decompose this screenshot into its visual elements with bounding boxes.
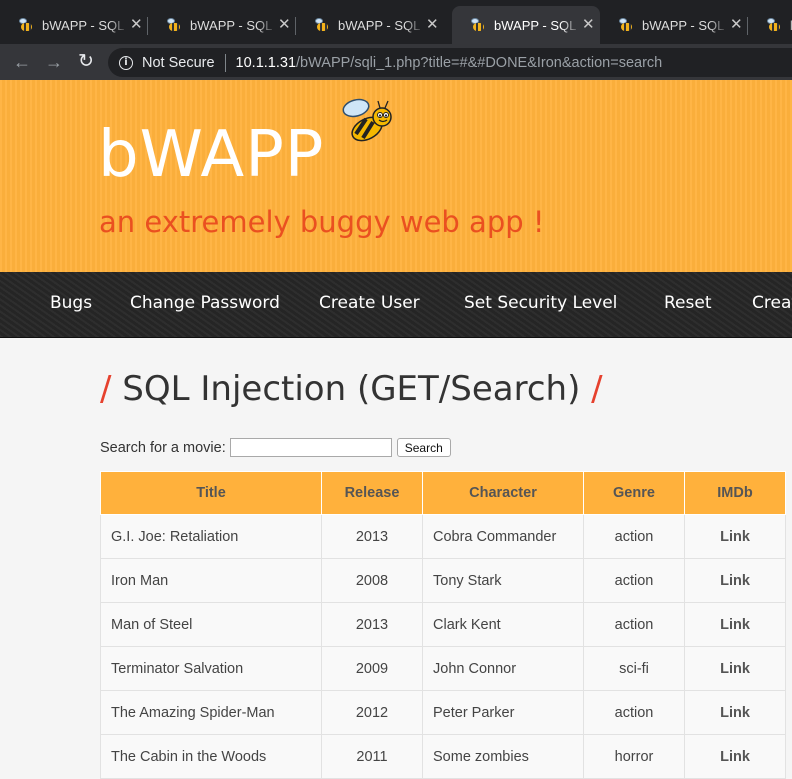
table-row: Iron Man 2008 Tony Stark action Link xyxy=(100,558,786,603)
site-header: bWAPP an extremely buggy web app ! xyxy=(0,80,792,272)
browser-tab-bar: bWAPP - SQL Injection ✕ bWAPP - SQL Inje… xyxy=(0,0,792,44)
imdb-link[interactable]: Link xyxy=(684,646,786,691)
cell-genre: action xyxy=(583,690,685,735)
close-tab-icon[interactable]: ✕ xyxy=(278,17,291,33)
tab-title: bWAPP - SQL Injection xyxy=(642,17,728,33)
cell-genre: sci-fi xyxy=(583,646,685,691)
tab-title: bWAPP - SQL Injection xyxy=(190,17,276,33)
back-arrow-icon[interactable]: ← xyxy=(10,50,34,74)
bee-favicon-icon xyxy=(766,17,782,33)
column-header-genre: Genre xyxy=(583,471,685,515)
movies-table: Title Release Character Genre IMDb G.I. … xyxy=(100,471,786,779)
column-header-title: Title xyxy=(100,471,322,515)
cell-title: Terminator Salvation xyxy=(100,646,322,691)
title-slash-left: / xyxy=(100,369,112,409)
cell-genre: action xyxy=(583,558,685,603)
menu-item-create[interactable]: Creat xyxy=(752,293,792,313)
browser-tab-active[interactable]: bWAPP - SQL Injection ✕ xyxy=(452,6,600,44)
cell-character: Some zombies xyxy=(422,734,584,779)
column-header-imdb: IMDb xyxy=(684,471,786,515)
main-menu: Bugs Change Password Create User Set Sec… xyxy=(0,272,792,338)
cell-character: Clark Kent xyxy=(422,602,584,647)
browser-tab[interactable]: bWAPP - SQL Injection ✕ xyxy=(148,6,296,44)
imdb-link[interactable]: Link xyxy=(684,690,786,735)
movie-search-form: Search for a movie: Search xyxy=(100,438,451,457)
browser-tab[interactable]: bWAPP - SQL Injection ✕ xyxy=(0,6,148,44)
page-title-text: SQL Injection (GET/Search) xyxy=(122,369,581,409)
cell-release: 2008 xyxy=(321,558,423,603)
menu-item-change-password[interactable]: Change Password xyxy=(130,293,280,313)
bee-favicon-icon xyxy=(618,17,634,33)
cell-release: 2011 xyxy=(321,734,423,779)
url-host[interactable]: 10.1.1.31 xyxy=(236,55,296,71)
cell-genre: action xyxy=(583,602,685,647)
browser-tab[interactable]: bWAPP - SQL Injection ✕ xyxy=(296,6,444,44)
reload-icon[interactable]: ↻ xyxy=(74,50,98,74)
close-tab-icon[interactable]: ✕ xyxy=(582,17,595,33)
menu-item-create-user[interactable]: Create User xyxy=(319,293,420,313)
site-logo: bWAPP xyxy=(98,118,325,192)
cell-genre: action xyxy=(583,514,685,559)
cell-release: 2013 xyxy=(321,514,423,559)
close-tab-icon[interactable]: ✕ xyxy=(730,17,743,33)
column-header-release: Release xyxy=(321,471,423,515)
site-tagline: an extremely buggy web app ! xyxy=(99,205,545,239)
search-label: Search for a movie: xyxy=(100,439,226,456)
bee-favicon-icon xyxy=(470,17,486,33)
cell-title: The Amazing Spider-Man xyxy=(100,690,322,735)
tab-title: bWAPP - SQL Injection xyxy=(494,17,580,33)
imdb-link[interactable]: Link xyxy=(684,734,786,779)
tab-title: bWAPP - SQL Injection xyxy=(42,17,128,33)
cell-title: The Cabin in the Woods xyxy=(100,734,322,779)
imdb-link[interactable]: Link xyxy=(684,602,786,647)
bee-logo-icon xyxy=(342,98,392,142)
cell-genre: horror xyxy=(583,734,685,779)
cell-character: Peter Parker xyxy=(422,690,584,735)
table-row: The Amazing Spider-Man 2012 Peter Parker… xyxy=(100,690,786,735)
cell-character: John Connor xyxy=(422,646,584,691)
cell-title: Man of Steel xyxy=(100,602,322,647)
tab-title: bWAPP - SQL Injection xyxy=(338,17,424,33)
bee-favicon-icon xyxy=(314,17,330,33)
table-row: Man of Steel 2013 Clark Kent action Link xyxy=(100,602,786,647)
imdb-link[interactable]: Link xyxy=(684,558,786,603)
search-button[interactable]: Search xyxy=(396,438,451,457)
close-tab-icon[interactable]: ✕ xyxy=(426,17,439,33)
cell-title: Iron Man xyxy=(100,558,322,603)
table-row: The Cabin in the Woods 2011 Some zombies… xyxy=(100,734,786,779)
cell-release: 2013 xyxy=(321,602,423,647)
imdb-link[interactable]: Link xyxy=(684,514,786,559)
info-icon[interactable]: i xyxy=(119,55,133,70)
cell-release: 2012 xyxy=(321,690,423,735)
table-header-row: Title Release Character Genre IMDb xyxy=(100,471,786,515)
address-bar[interactable]: i Not Secure 10.1.1.31 /bWAPP/sqli_1.php… xyxy=(108,48,792,77)
cell-release: 2009 xyxy=(321,646,423,691)
table-row: Terminator Salvation 2009 John Connor sc… xyxy=(100,646,786,691)
close-tab-icon[interactable]: ✕ xyxy=(130,17,143,33)
browser-tab[interactable]: bWAPP - SQL Injection xyxy=(748,6,792,44)
bee-favicon-icon xyxy=(166,17,182,33)
menu-item-set-security-level[interactable]: Set Security Level xyxy=(464,293,617,313)
browser-toolbar: ← → ↻ i Not Secure 10.1.1.31 /bWAPP/sqli… xyxy=(0,44,792,80)
security-status[interactable]: Not Secure xyxy=(142,55,215,71)
cell-character: Tony Stark xyxy=(422,558,584,603)
browser-tab[interactable]: bWAPP - SQL Injection ✕ xyxy=(600,6,748,44)
forward-arrow-icon[interactable]: → xyxy=(42,50,66,74)
menu-item-bugs[interactable]: Bugs xyxy=(50,293,92,313)
menu-item-reset[interactable]: Reset xyxy=(664,293,712,313)
title-slash-right: / xyxy=(591,369,603,409)
page-title: / SQL Injection (GET/Search) / xyxy=(100,369,603,409)
bee-favicon-icon xyxy=(18,17,34,33)
table-row: G.I. Joe: Retaliation 2013 Cobra Command… xyxy=(100,514,786,559)
movie-search-input[interactable] xyxy=(229,438,392,457)
column-header-character: Character xyxy=(422,471,584,515)
url-path[interactable]: /bWAPP/sqli_1.php?title=#&#DONE&Iron&act… xyxy=(296,55,662,71)
cell-title: G.I. Joe: Retaliation xyxy=(100,514,322,559)
main-content: / SQL Injection (GET/Search) / Search fo… xyxy=(0,339,792,779)
cell-character: Cobra Commander xyxy=(422,514,584,559)
